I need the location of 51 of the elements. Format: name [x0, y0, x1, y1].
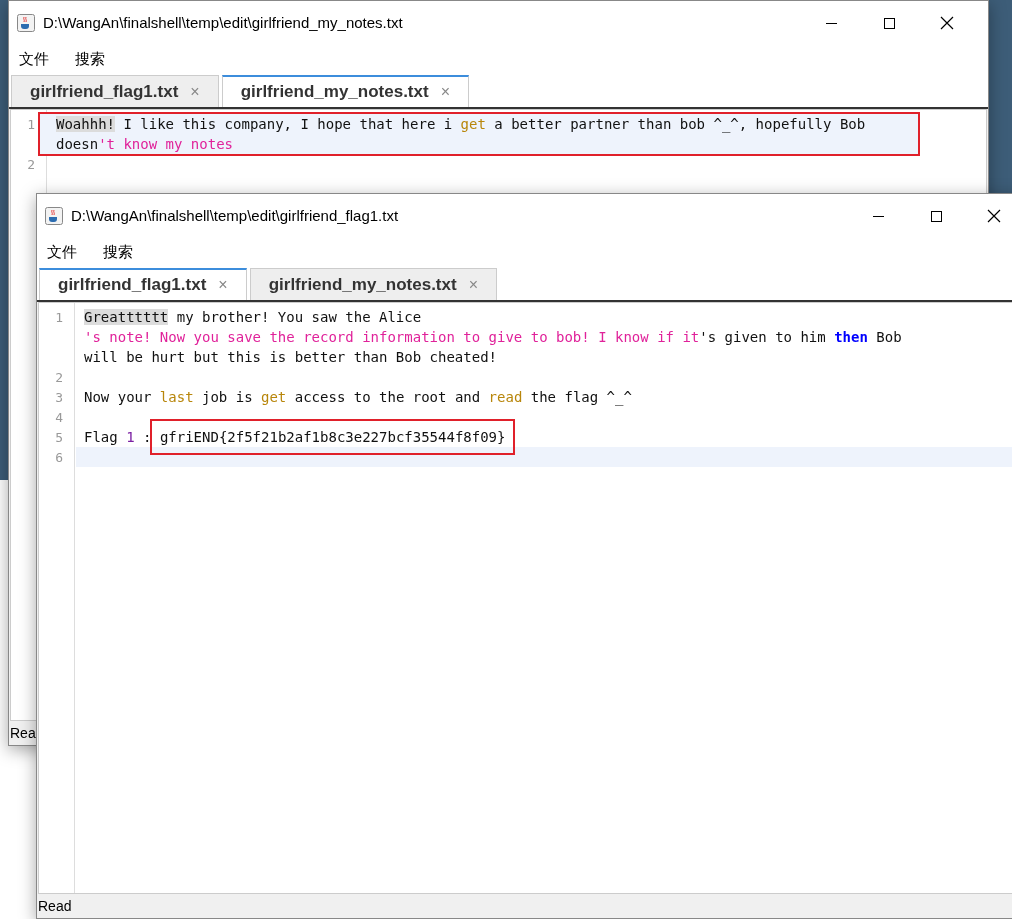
tab-label: girlfriend_my_notes.txt — [268, 273, 457, 296]
menu-item[interactable]: 搜索 — [75, 47, 105, 71]
file-tab[interactable]: girlfriend_flag1.txt × — [11, 75, 219, 107]
line-number: 5 — [55, 430, 63, 445]
line-number: 2 — [55, 370, 63, 385]
code-token: 's note! Now you save the record information to give to bob! I know if it — [84, 329, 700, 345]
code-token: a better partner than bob ^_^, hopefully Bob — [493, 116, 866, 132]
coffee-cup-icon — [45, 207, 63, 225]
code-token: access to the root and — [293, 389, 482, 405]
file-tab[interactable]: girlfriend_flag1.txt × — [39, 268, 247, 300]
code-token: my brother! You saw the Alice — [175, 309, 422, 325]
code-token: last — [159, 389, 194, 405]
menu-item[interactable]: 搜索 — [103, 240, 133, 264]
code-token: job is — [201, 389, 254, 405]
line-number: 3 — [55, 390, 63, 405]
line-number: 4 — [55, 410, 63, 425]
menu-item[interactable]: 文件 — [47, 240, 77, 264]
code-token: get — [460, 116, 486, 132]
line-number: 2 — [27, 157, 35, 172]
code-token: the flag ^_^ — [529, 389, 632, 405]
code-token: Now your — [84, 389, 153, 405]
code-token: Woahhh! — [56, 116, 115, 132]
code-token: Greatttttt — [84, 309, 169, 325]
code-token: 't know my notes — [98, 136, 233, 152]
status-text: Read — [38, 896, 72, 916]
code-token: doesn — [56, 136, 99, 152]
menu-item[interactable]: 文件 — [19, 47, 49, 71]
code-token: 1 — [126, 429, 135, 445]
code-token: will be hurt but this is better than Bob cheated! — [84, 349, 497, 365]
code-token: I like this company, I hope that here i — [122, 116, 454, 132]
status-text: Rea — [10, 723, 36, 743]
flag-text: gfriEND{2f5f21b2af1b8c3e227bcf35544f8f09} — [149, 419, 516, 455]
line-number: 1 — [55, 310, 63, 325]
line-number: 1 — [27, 117, 35, 132]
code-token: Bob — [875, 329, 902, 345]
line-number: 6 — [55, 450, 63, 465]
code-token: get — [261, 389, 287, 405]
code-token: then — [834, 329, 868, 345]
window-title: D:\WangAn\finalshell\temp\edit\girlfriend_flag1.txt — [71, 205, 399, 226]
window-title: D:\WangAn\finalshell\temp\edit\girlfriend_my_notes.txt — [43, 12, 403, 33]
tab-label: girlfriend_my_notes.txt — [240, 81, 429, 104]
code-token: read — [488, 389, 523, 405]
file-tab[interactable]: girlfriend_my_notes.txt × — [221, 75, 469, 107]
code-token: Flag — [84, 429, 119, 445]
code-token: 's given to him — [699, 329, 827, 345]
file-tab[interactable]: girlfriend_my_notes.txt × — [249, 268, 497, 300]
tab-label: girlfriend_flag1.txt — [58, 274, 207, 297]
tab-label: girlfriend_flag1.txt — [30, 80, 179, 103]
coffee-cup-icon — [17, 14, 35, 32]
tab-close-button[interactable]: × — [440, 80, 450, 104]
tab-close-button[interactable]: × — [218, 273, 228, 297]
